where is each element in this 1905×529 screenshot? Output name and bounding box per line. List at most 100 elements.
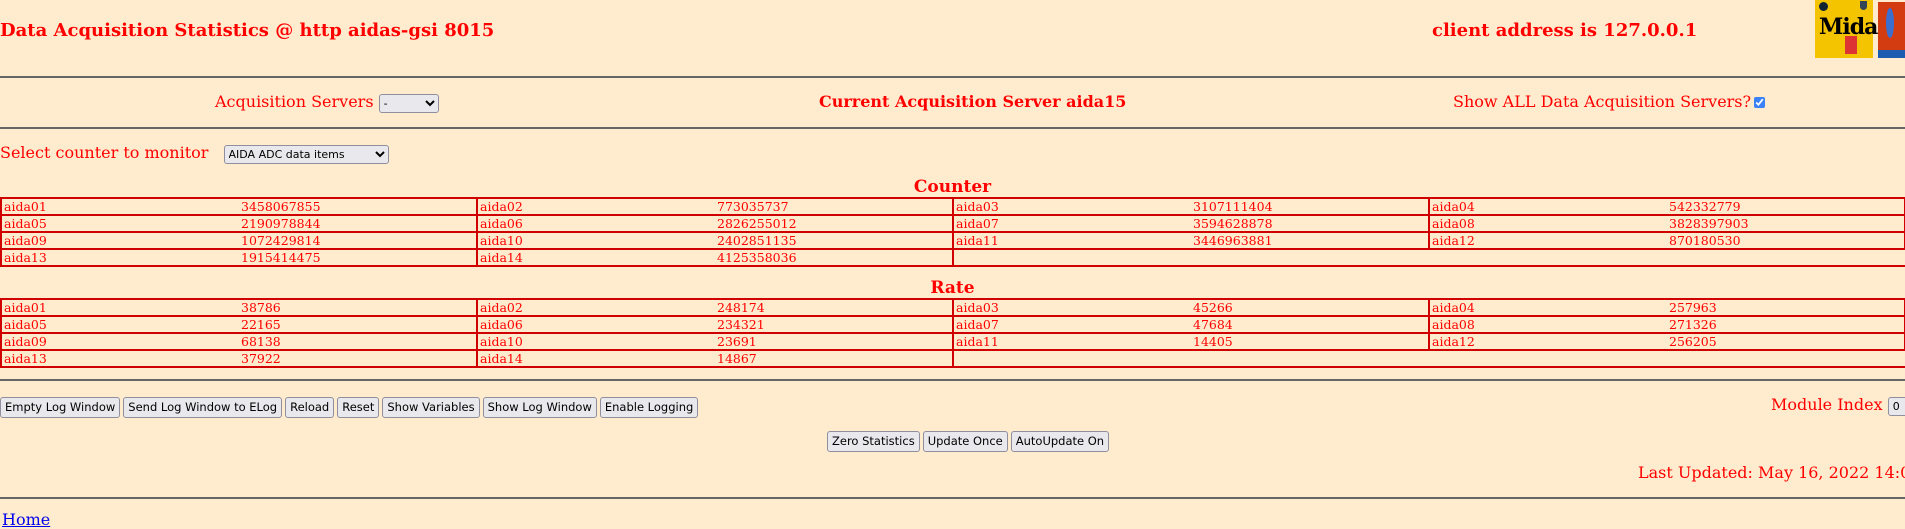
- divider: [0, 127, 1905, 129]
- acquisition-servers-label: Acquisition Servers: [215, 92, 374, 111]
- divider: [0, 379, 1905, 381]
- item-value: 68138: [239, 332, 478, 351]
- module-index-group: Module Index 0: [1771, 395, 1905, 416]
- page-title: Data Acquisition Statistics @ http aidas…: [0, 20, 495, 41]
- show-variables-button[interactable]: Show Variables: [382, 396, 480, 418]
- item-name: aida09: [0, 332, 239, 351]
- item-value: 271326: [1667, 315, 1905, 334]
- item-value: 3107111404: [1191, 197, 1430, 216]
- item-value: 542332779: [1667, 197, 1905, 216]
- item-name: aida13: [0, 248, 239, 267]
- item-name: aida10: [476, 332, 715, 351]
- tcl-powered-logo: [1878, 2, 1905, 58]
- item-name: aida12: [1428, 332, 1667, 351]
- counter-select[interactable]: AIDA ADC data items: [223, 145, 389, 164]
- item-name: aida12: [1428, 231, 1667, 250]
- table-row: aida01 38786 aida02 248174 aida03 45266 aida04…: [0, 298, 1905, 317]
- item-value: 23691: [715, 332, 954, 351]
- home-link[interactable]: Home: [2, 510, 50, 529]
- client-address: client address is 127.0.0.1: [1432, 20, 1698, 41]
- item-name: aida07: [952, 214, 1191, 233]
- item-value: 3446963881: [1191, 231, 1430, 250]
- item-name: aida08: [1428, 214, 1667, 233]
- item-name: aida06: [476, 214, 715, 233]
- midas-logo: Midas: [1815, 0, 1890, 58]
- empty-cell: [1429, 248, 1905, 267]
- item-name: aida04: [1428, 197, 1667, 216]
- rate-table: aida01 38786 aida02 248174 aida03 45266 aida04…: [0, 298, 1905, 368]
- show-log-window-button[interactable]: Show Log Window: [482, 396, 597, 418]
- module-index-label: Module Index: [1771, 395, 1883, 414]
- item-name: aida09: [0, 231, 239, 250]
- item-name: aida05: [0, 315, 239, 334]
- item-value: 37922: [239, 349, 478, 368]
- item-name: aida06: [476, 315, 715, 334]
- counter-heading: Counter: [913, 177, 992, 197]
- table-row: aida05 22165 aida06 234321 aida07 47684 aida08…: [0, 315, 1905, 334]
- item-value: 3458067855: [239, 197, 478, 216]
- item-value: 22165: [239, 315, 478, 334]
- item-value: 47684: [1191, 315, 1430, 334]
- table-row: aida13 1915414475 aida14 4125358036: [0, 248, 1905, 267]
- item-value: 2190978844: [239, 214, 478, 233]
- item-name: aida02: [476, 197, 715, 216]
- item-name: aida01: [0, 197, 239, 216]
- show-all-group: Show ALL Data Acquisition Servers?: [1453, 92, 1766, 111]
- item-value: 14405: [1191, 332, 1430, 351]
- show-all-checkbox[interactable]: [1754, 97, 1766, 108]
- empty-cell: [953, 349, 1429, 368]
- item-value: 3594628878: [1191, 214, 1430, 233]
- send-log-window-to-elog-button[interactable]: Send Log Window to ELog: [123, 396, 283, 418]
- zero-statistics-button[interactable]: Zero Statistics: [827, 430, 920, 452]
- last-updated: Last Updated: May 16, 2022 14:00:5: [1638, 463, 1905, 482]
- item-value: 870180530: [1667, 231, 1905, 250]
- table-row: aida05 2190978844 aida06 2826255012 aida07 35…: [0, 214, 1905, 233]
- item-value: 2402851135: [715, 231, 954, 250]
- acquisition-servers-group: Acquisition Servers -: [215, 92, 439, 113]
- item-value: 14867: [715, 349, 954, 368]
- reload-button[interactable]: Reload: [285, 396, 335, 418]
- item-name: aida05: [0, 214, 239, 233]
- item-name: aida10: [476, 231, 715, 250]
- enable-logging-button[interactable]: Enable Logging: [599, 396, 699, 418]
- item-name: aida14: [476, 248, 715, 267]
- autoupdate-on-button[interactable]: AutoUpdate On: [1010, 430, 1110, 452]
- toolbar: Empty Log Window Send Log Window to ELog R…: [0, 396, 701, 418]
- item-value: 773035737: [715, 197, 954, 216]
- empty-cell: [953, 248, 1429, 267]
- item-value: 45266: [1191, 298, 1430, 317]
- module-index-select[interactable]: 0: [1887, 397, 1905, 416]
- item-value: 2826255012: [715, 214, 954, 233]
- item-value: 256205: [1667, 332, 1905, 351]
- item-name: aida01: [0, 298, 239, 317]
- item-name: aida14: [476, 349, 715, 368]
- item-value: 38786: [239, 298, 478, 317]
- divider: [0, 76, 1905, 78]
- divider: [0, 497, 1905, 499]
- item-name: aida02: [476, 298, 715, 317]
- item-name: aida07: [952, 315, 1191, 334]
- item-name: aida11: [952, 332, 1191, 351]
- item-value: 4125358036: [715, 248, 954, 267]
- counter-table: aida01 3458067855 aida02 773035737 aida03 310…: [0, 197, 1905, 267]
- update-once-button[interactable]: Update Once: [922, 430, 1008, 452]
- reset-button[interactable]: Reset: [337, 396, 380, 418]
- item-name: aida03: [952, 298, 1191, 317]
- rate-heading: Rate: [930, 278, 975, 298]
- item-value: 248174: [715, 298, 954, 317]
- empty-log-window-button[interactable]: Empty Log Window: [0, 396, 121, 418]
- item-value: 1072429814: [239, 231, 478, 250]
- item-value: 1915414475: [239, 248, 478, 267]
- item-value: 257963: [1667, 298, 1905, 317]
- counter-select-group: Select counter to monitor AIDA ADC data …: [0, 143, 389, 164]
- acquisition-servers-select[interactable]: -: [378, 94, 439, 113]
- counter-select-label: Select counter to monitor: [0, 143, 209, 162]
- empty-cell: [1429, 349, 1905, 368]
- table-row: aida09 1072429814 aida10 2402851135 aida11 34…: [0, 231, 1905, 250]
- table-row: aida01 3458067855 aida02 773035737 aida03 310…: [0, 197, 1905, 216]
- item-name: aida04: [1428, 298, 1667, 317]
- item-value: 3828397903: [1667, 214, 1905, 233]
- toolbar-secondary: Zero Statistics Update Once AutoUpdate On: [827, 430, 1112, 452]
- table-row: aida13 37922 aida14 14867: [0, 349, 1905, 368]
- item-name: aida13: [0, 349, 239, 368]
